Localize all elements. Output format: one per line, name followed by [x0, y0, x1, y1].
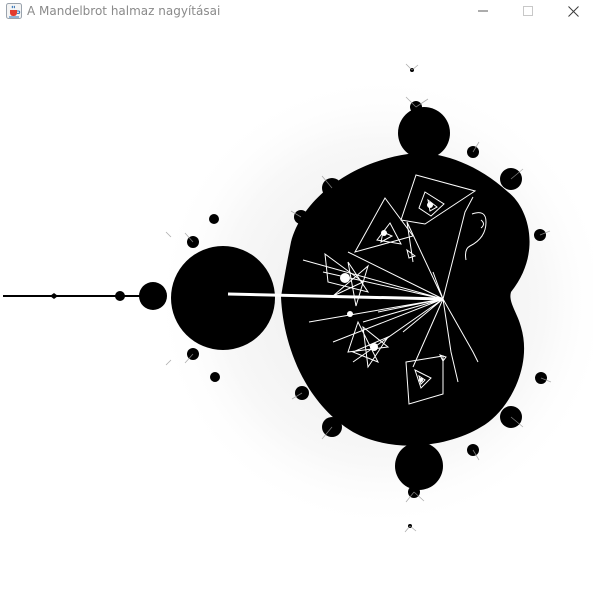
- maximize-button[interactable]: [505, 0, 551, 22]
- title-bar[interactable]: A Mandelbrot halmaz nagyításai: [0, 0, 593, 22]
- window-title: A Mandelbrot halmaz nagyításai: [27, 4, 221, 18]
- maximize-icon: [523, 6, 533, 16]
- minimize-button[interactable]: [460, 0, 506, 22]
- java-cup-icon[interactable]: [6, 3, 22, 19]
- minimize-icon: [478, 10, 488, 12]
- close-icon: [567, 5, 579, 17]
- mandelbrot-canvas[interactable]: [3, 22, 593, 596]
- mandelbrot-fractal: [3, 63, 593, 533]
- app-window: A Mandelbrot halmaz nagyításai: [0, 0, 593, 596]
- close-button[interactable]: [550, 0, 593, 22]
